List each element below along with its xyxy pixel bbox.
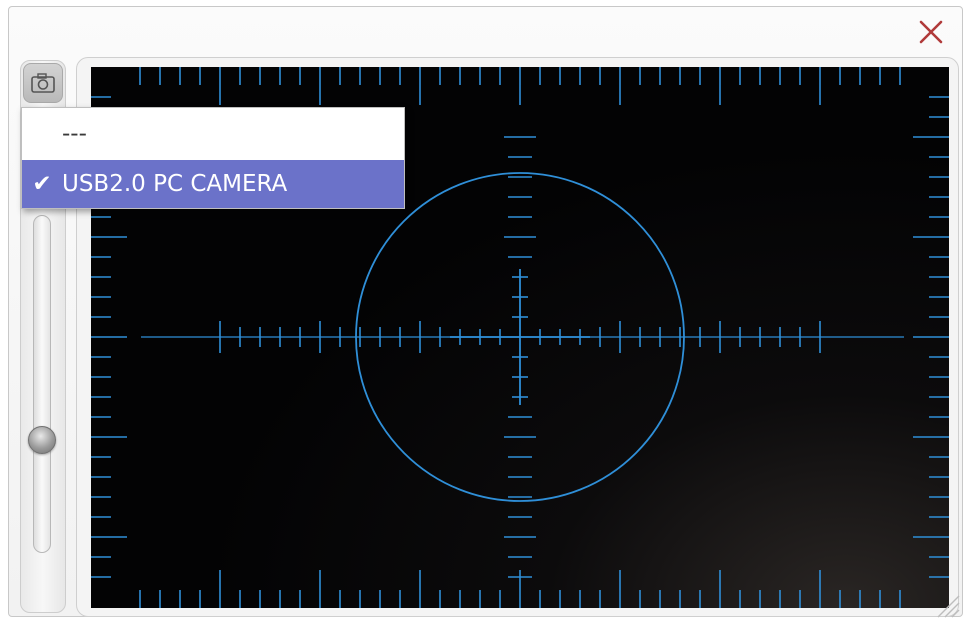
zoom-slider-thumb[interactable] — [28, 426, 56, 454]
zoom-slider-track[interactable] — [33, 215, 51, 553]
menu-item-label: USB2.0 PC CAMERA — [62, 171, 288, 197]
menu-item-none[interactable]: --- — [22, 110, 404, 158]
menu-item-usb-camera[interactable]: ✔ USB2.0 PC CAMERA — [22, 160, 404, 208]
close-icon — [919, 20, 943, 44]
resize-grip-icon[interactable] — [930, 592, 960, 618]
camera-select-button[interactable] — [23, 63, 63, 103]
checkmark-icon: ✔ — [32, 171, 52, 197]
menu-item-label: --- — [62, 121, 87, 147]
close-button[interactable] — [913, 14, 949, 50]
camera-dropdown-menu: --- ✔ USB2.0 PC CAMERA — [21, 107, 405, 209]
camera-icon — [31, 73, 55, 93]
